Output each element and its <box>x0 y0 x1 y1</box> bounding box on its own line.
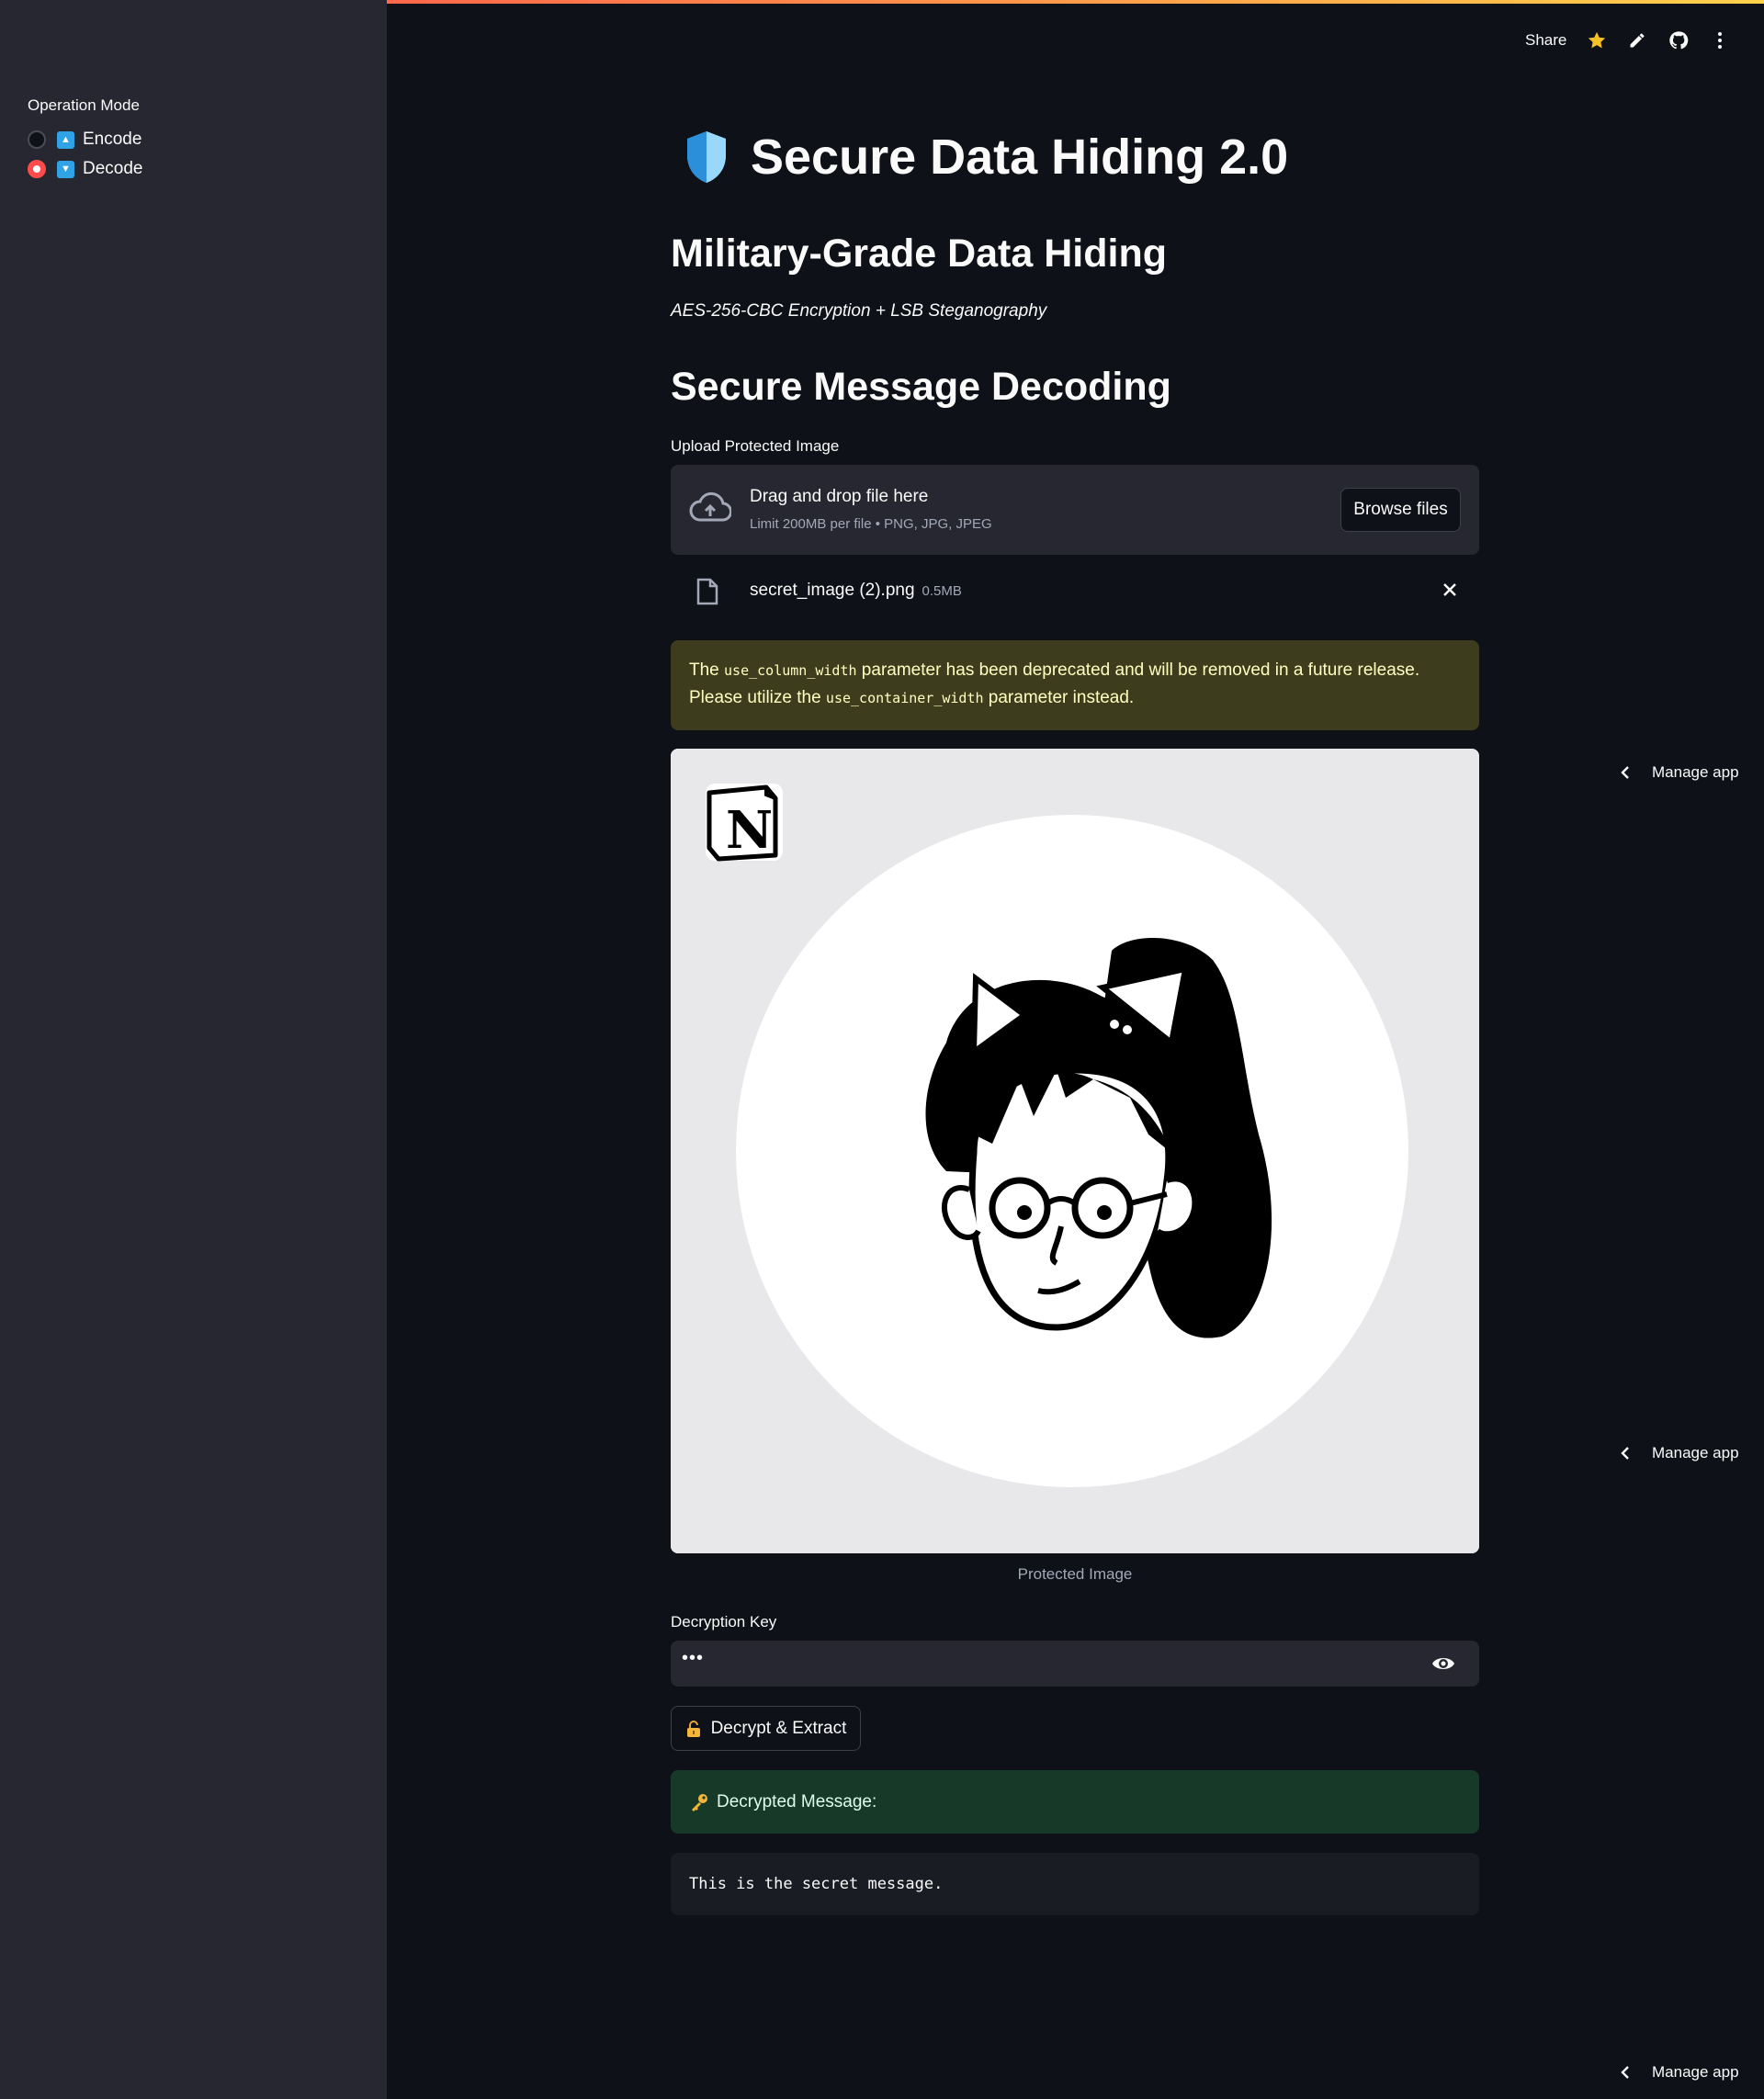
main-heading: Military-Grade Data Hiding <box>671 231 1167 276</box>
radio-decode[interactable]: ▼ Decode <box>28 156 143 182</box>
share-button[interactable]: Share <box>1525 31 1566 50</box>
decryption-key-input[interactable]: ••• <box>671 1641 1479 1687</box>
down-arrow-button-icon: ▼ <box>57 160 74 178</box>
file-icon <box>696 578 718 605</box>
radio-encode[interactable]: ▲ Encode <box>28 127 141 152</box>
upload-cloud-icon <box>689 491 731 522</box>
key-icon <box>692 1793 707 1811</box>
file-dropzone[interactable]: Drag and drop file here Limit 200MB per … <box>671 465 1479 555</box>
success-text: Decrypted Message: <box>717 1791 877 1811</box>
operation-mode-label: Operation Mode <box>28 96 140 114</box>
decrypt-extract-button[interactable]: Decrypt & Extract <box>671 1706 861 1751</box>
eye-icon[interactable] <box>1431 1653 1455 1674</box>
app-title: Secure Data Hiding 2.0 <box>751 130 1289 185</box>
chevron-left-icon <box>1621 766 1629 779</box>
radio-circle-selected[interactable] <box>28 160 46 178</box>
warning-code: use_column_width <box>724 662 857 679</box>
more-vertical-icon[interactable] <box>1709 29 1731 51</box>
chevron-left-icon <box>1621 1447 1629 1460</box>
page-title: Secure Data Hiding 2.0 <box>684 129 1288 186</box>
manage-app-label: Manage app <box>1652 763 1739 781</box>
password-value: ••• <box>682 1648 705 1668</box>
manage-app-label: Manage app <box>1652 2063 1739 2081</box>
dropzone-title: Drag and drop file here <box>750 487 929 506</box>
subtitle: AES-256-CBC Encryption + LSB Steganograp… <box>671 301 1047 321</box>
dropzone-limit: Limit 200MB per file • PNG, JPG, JPEG <box>750 516 992 532</box>
decrypted-message-code: This is the secret message. <box>671 1853 1479 1915</box>
star-icon[interactable] <box>1586 29 1608 51</box>
edit-pencil-icon[interactable] <box>1626 29 1648 51</box>
sidebar: Operation Mode ▲ Encode ▼ Decode <box>0 0 387 2099</box>
radio-label-encode: Encode <box>83 130 142 149</box>
up-arrow-button-icon: ▲ <box>57 130 74 149</box>
section-heading: Secure Message Decoding <box>671 365 1171 409</box>
success-alert: Decrypted Message: <box>671 1770 1479 1834</box>
manage-app-button[interactable]: Manage app <box>1617 759 1739 786</box>
svg-text:N: N <box>726 800 773 861</box>
manage-app-button[interactable]: Manage app <box>1617 2059 1739 2086</box>
shield-icon <box>687 131 726 183</box>
upload-label: Upload Protected Image <box>671 437 840 455</box>
file-size: 0.5MB <box>922 583 962 599</box>
radio-circle[interactable] <box>28 130 46 149</box>
notion-logo-icon: N <box>706 784 783 862</box>
uploaded-file-row: secret_image (2).png 0.5MB <box>671 570 1479 615</box>
protected-image: N <box>671 749 1479 1553</box>
image-caption: Protected Image <box>1017 1565 1133 1583</box>
manage-app-button[interactable]: Manage app <box>1617 1439 1739 1467</box>
warning-text: parameter instead. <box>983 688 1135 707</box>
decrypt-extract-label: Decrypt & Extract <box>710 1718 847 1738</box>
radio-label-decode: Decode <box>83 159 143 178</box>
warning-code: use_container_width <box>825 690 984 706</box>
browse-files-button[interactable]: Browse files <box>1340 488 1461 532</box>
unlock-icon <box>686 1720 700 1737</box>
file-name: secret_image (2).png 0.5MB <box>750 581 962 601</box>
github-icon[interactable] <box>1668 29 1690 51</box>
manage-app-label: Manage app <box>1652 1444 1739 1461</box>
avatar-illustration: N <box>671 749 1479 1553</box>
chevron-left-icon <box>1621 2066 1629 2079</box>
file-name-text: secret_image (2).png <box>750 581 915 600</box>
warning-text: The <box>689 660 725 680</box>
decryption-key-label: Decryption Key <box>671 1613 777 1631</box>
decrypted-message-text: This is the secret message. <box>689 1875 944 1893</box>
deprecation-warning: The use_column_width parameter has been … <box>671 640 1479 730</box>
close-icon[interactable] <box>1441 581 1459 599</box>
